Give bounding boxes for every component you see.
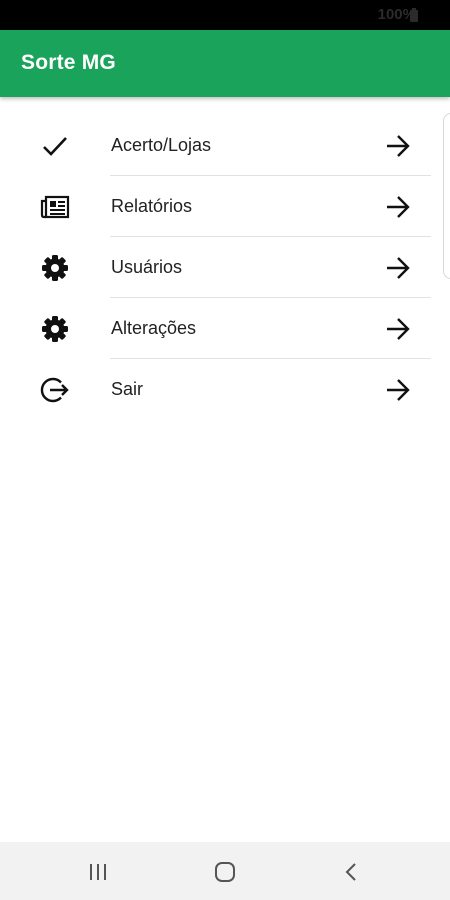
arrow-right-icon[interactable] bbox=[385, 134, 411, 158]
menu-item-sair[interactable]: Sair bbox=[0, 359, 450, 420]
menu-item-relatorios[interactable]: Relatórios bbox=[0, 176, 450, 237]
logout-icon bbox=[40, 377, 70, 403]
status-bar: 100% bbox=[0, 0, 450, 30]
newspaper-icon bbox=[40, 194, 70, 220]
menu-item-usuarios[interactable]: Usuários bbox=[0, 237, 450, 298]
menu-item-label: Acerto/Lojas bbox=[111, 135, 212, 155]
arrow-right-icon[interactable] bbox=[385, 256, 411, 280]
gear-icon bbox=[40, 316, 70, 342]
menu-item-label: Sair bbox=[111, 379, 144, 399]
home-icon[interactable] bbox=[213, 861, 237, 883]
gear-icon bbox=[40, 255, 70, 281]
menu-item-label: Alterações bbox=[111, 318, 197, 338]
menu-item-label: Usuários bbox=[111, 257, 183, 277]
battery-icon bbox=[410, 8, 418, 22]
app-bar: Sorte MG bbox=[0, 30, 450, 97]
app-title: Sorte MG bbox=[21, 51, 116, 74]
system-nav-bar bbox=[0, 842, 450, 900]
arrow-right-icon[interactable] bbox=[385, 317, 411, 341]
menu-item-label: Relatórios bbox=[111, 196, 193, 216]
back-icon[interactable] bbox=[340, 861, 364, 883]
menu-item-acerto-lojas[interactable]: Acerto/Lojas bbox=[0, 115, 450, 176]
arrow-right-icon[interactable] bbox=[385, 378, 411, 402]
arrow-right-icon[interactable] bbox=[385, 195, 411, 219]
menu-list: Acerto/Lojas Relatórios Usuários Alteraç… bbox=[0, 115, 450, 420]
check-icon bbox=[40, 133, 70, 159]
menu-item-alteracoes[interactable]: Alterações bbox=[0, 298, 450, 359]
recent-apps-icon[interactable] bbox=[87, 861, 111, 883]
